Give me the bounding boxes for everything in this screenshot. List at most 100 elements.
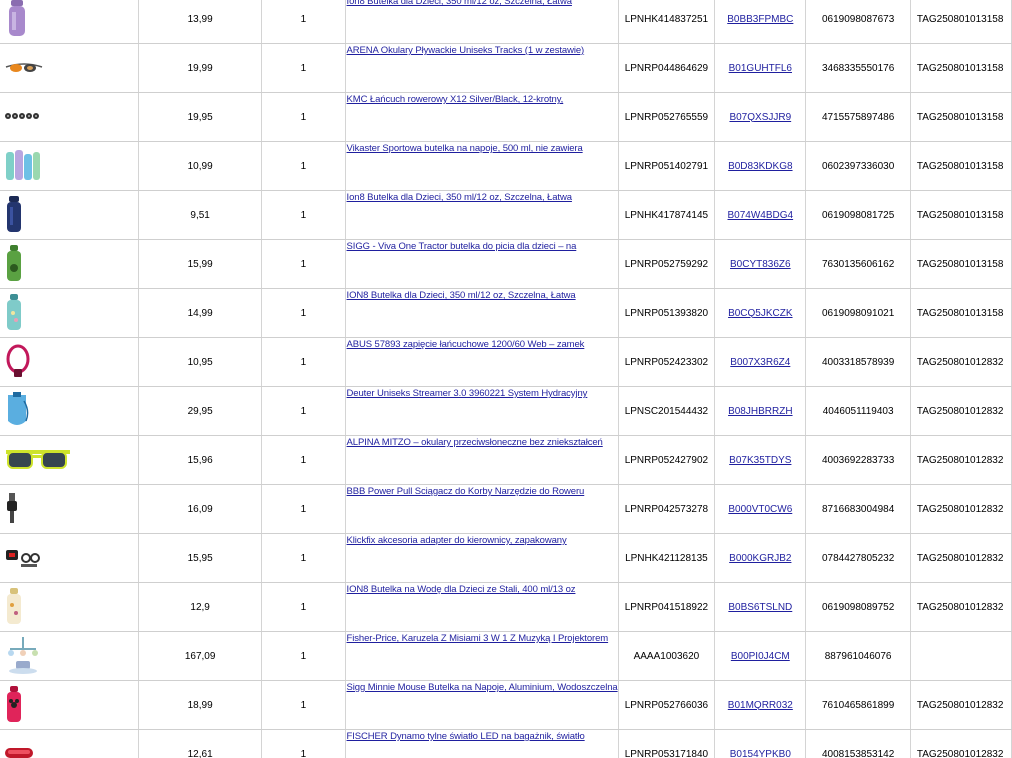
lpn-cell: LPNRP053171840 <box>618 729 716 758</box>
ean-cell: 887961046076 <box>805 631 911 681</box>
description-cell: KMC Łańcuch rowerowy X12 Silver/Black, 1… <box>345 92 619 142</box>
asin-link[interactable]: B007X3R6Z4 <box>730 357 790 368</box>
lpn-cell: LPNRP044864629 <box>618 43 716 93</box>
asin-link[interactable]: B074W4BDG4 <box>728 210 794 221</box>
lpn-cell: LPNRP051402791 <box>618 141 716 191</box>
asin-link[interactable]: B0CQ5JKCZK <box>728 308 792 319</box>
product-title-link[interactable]: ION8 Butelka na Wodę dla Dzieci ze Stali… <box>347 584 576 595</box>
description-cell: Deuter Uniseks Streamer 3.0 3960221 Syst… <box>345 386 619 436</box>
table-row: 12,9 1 ION8 Butelka na Wodę dla Dzieci z… <box>0 582 1012 632</box>
table-row: 18,99 1 Sigg Minnie Mouse Butelka na Nap… <box>0 680 1012 730</box>
asin-link[interactable]: B01GUHTFL6 <box>729 63 792 74</box>
tag-cell: TAG250801013158 <box>910 43 1012 93</box>
table-row: 14,99 1 ION8 Butelka dla Dzieci, 350 ml/… <box>0 288 1012 338</box>
price-cell: 167,09 <box>138 631 263 681</box>
product-image <box>4 685 24 726</box>
description-cell: ABUS 57893 zapięcie łańcuchowe 1200/60 W… <box>345 337 619 387</box>
price-cell: 15,95 <box>138 533 263 583</box>
asin-link[interactable]: B07K35TDYS <box>729 455 791 466</box>
table-row: 15,96 1 ALPINA MITZO – okulary przeciwsł… <box>0 435 1012 485</box>
quantity-cell: 1 <box>261 43 346 93</box>
ean-cell: 4003692283733 <box>805 435 911 485</box>
asin-link[interactable]: B000VT0CW6 <box>728 504 792 515</box>
quantity-cell: 1 <box>261 386 346 436</box>
ean-cell: 0784427805232 <box>805 533 911 583</box>
product-image-cell <box>0 582 139 632</box>
product-title-link[interactable]: BBB Power Pull Sciągacz do Korby Narzędz… <box>347 486 585 497</box>
table-row: 19,99 1 ARENA Okulary Pływackie Uniseks … <box>0 43 1012 93</box>
lpn-cell: LPNHK417874145 <box>618 190 716 240</box>
product-title-link[interactable]: Ion8 Butelka dla Dzieci, 350 ml/12 oz, S… <box>347 0 572 7</box>
product-title-link[interactable]: ALPINA MITZO – okulary przeciwsłoneczne … <box>347 437 603 448</box>
product-image-cell <box>0 435 139 485</box>
price-cell: 18,99 <box>138 680 263 730</box>
asin-link[interactable]: B0D83KDKG8 <box>728 161 792 172</box>
ean-cell: 7610465861899 <box>805 680 911 730</box>
asin-link[interactable]: B0CYT836Z6 <box>730 259 791 270</box>
quantity-cell: 1 <box>261 582 346 632</box>
ean-cell: 4003318578939 <box>805 337 911 387</box>
quantity-cell: 1 <box>261 337 346 387</box>
price-cell: 19,99 <box>138 43 263 93</box>
asin-cell: B000VT0CW6 <box>714 484 807 534</box>
asin-cell: B08JHBRRZH <box>714 386 807 436</box>
product-title-link[interactable]: Fisher-Price, Karuzela Z Misiami 3 W 1 Z… <box>347 633 609 644</box>
lpn-cell: LPNRP052765559 <box>618 92 716 142</box>
asin-link[interactable]: B00PI0J4CM <box>731 651 790 662</box>
description-cell: Fisher-Price, Karuzela Z Misiami 3 W 1 Z… <box>345 631 619 681</box>
asin-link[interactable]: B0BS6TSLND <box>728 602 792 613</box>
description-cell: Ion8 Butelka dla Dzieci, 350 ml/12 oz, S… <box>345 190 619 240</box>
lpn-cell: LPNHK421128135 <box>618 533 716 583</box>
product-image <box>4 746 34 758</box>
asin-link[interactable]: B08JHBRRZH <box>728 406 792 417</box>
product-title-link[interactable]: SIGG - Viva One Tractor butelka do picia… <box>347 241 577 252</box>
quantity-cell: 1 <box>261 190 346 240</box>
price-cell: 12,9 <box>138 582 263 632</box>
price-cell: 15,96 <box>138 435 263 485</box>
asin-cell: B07K35TDYS <box>714 435 807 485</box>
asin-link[interactable]: B000KGRJB2 <box>729 553 791 564</box>
tag-cell: TAG250801013158 <box>910 92 1012 142</box>
ean-cell: 0619098091021 <box>805 288 911 338</box>
tag-cell: TAG250801013158 <box>910 239 1012 289</box>
table-row: 15,99 1 SIGG - Viva One Tractor butelka … <box>0 239 1012 289</box>
product-title-link[interactable]: Vikaster Sportowa butelka na napoje, 500… <box>347 143 583 154</box>
product-title-link[interactable]: Ion8 Butelka dla Dzieci, 350 ml/12 oz, S… <box>347 192 572 203</box>
product-title-link[interactable]: Deuter Uniseks Streamer 3.0 3960221 Syst… <box>347 388 588 399</box>
product-title-link[interactable]: ABUS 57893 zapięcie łańcuchowe 1200/60 W… <box>347 339 585 350</box>
product-image <box>4 544 44 573</box>
asin-cell: B007X3R6Z4 <box>714 337 807 387</box>
table-body: 13,99 1 Ion8 Butelka dla Dzieci, 350 ml/… <box>0 0 1012 758</box>
ean-cell: 0619098081725 <box>805 190 911 240</box>
product-image <box>4 244 24 285</box>
price-cell: 15,99 <box>138 239 263 289</box>
table-row: 10,99 1 Vikaster Sportowa butelka na nap… <box>0 141 1012 191</box>
asin-cell: B01GUHTFL6 <box>714 43 807 93</box>
tag-cell: TAG250801013158 <box>910 190 1012 240</box>
asin-link[interactable]: B01MQRR032 <box>728 700 793 711</box>
description-cell: BBB Power Pull Sciągacz do Korby Narzędz… <box>345 484 619 534</box>
product-image-cell <box>0 92 139 142</box>
product-title-link[interactable]: Sigg Minnie Mouse Butelka na Napoje, Alu… <box>347 682 618 693</box>
lpn-cell: AAAA1003620 <box>618 631 716 681</box>
product-image-cell <box>0 484 139 534</box>
quantity-cell: 1 <box>261 729 346 758</box>
product-title-link[interactable]: ARENA Okulary Pływackie Uniseks Tracks (… <box>347 45 585 56</box>
ean-cell: 0602397336030 <box>805 141 911 191</box>
product-title-link[interactable]: FISCHER Dynamo tylne światło LED na baga… <box>347 731 585 742</box>
product-title-link[interactable]: KMC Łańcuch rowerowy X12 Silver/Black, 1… <box>347 94 564 105</box>
asin-link[interactable]: B07QXSJJR9 <box>729 112 791 123</box>
asin-link[interactable]: B0154YPKB0 <box>730 749 791 758</box>
asin-cell: B0BS6TSLND <box>714 582 807 632</box>
price-cell: 9,51 <box>138 190 263 240</box>
product-image-cell <box>0 386 139 436</box>
description-cell: ARENA Okulary Pływackie Uniseks Tracks (… <box>345 43 619 93</box>
price-cell: 14,99 <box>138 288 263 338</box>
product-title-link[interactable]: ION8 Butelka dla Dzieci, 350 ml/12 oz, S… <box>347 290 576 301</box>
price-cell: 10,95 <box>138 337 263 387</box>
product-image <box>4 195 24 236</box>
lpn-cell: LPNRP052427902 <box>618 435 716 485</box>
product-title-link[interactable]: Klickfix akcesoria adapter do kierownicy… <box>347 535 567 546</box>
asin-link[interactable]: B0BB3FPMBC <box>727 14 793 25</box>
quantity-cell: 1 <box>261 435 346 485</box>
